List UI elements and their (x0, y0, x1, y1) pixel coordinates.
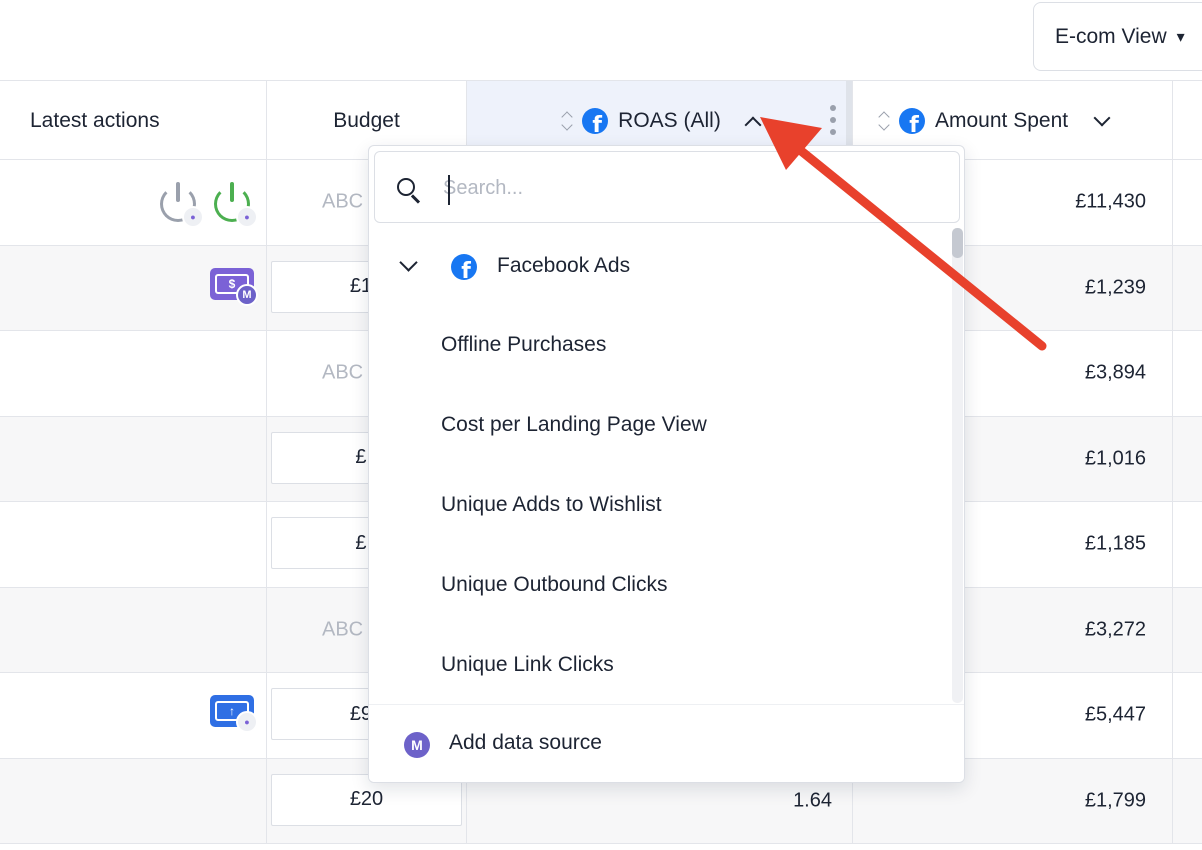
budget-value: ABC (322, 190, 364, 213)
add-data-source-button[interactable]: M Add data source (369, 704, 964, 782)
latest-actions-cell: ↑ ● (0, 673, 267, 758)
amount-spent-value: £3,894 (1084, 361, 1146, 384)
column-header-latest-actions[interactable]: Latest actions (0, 81, 267, 160)
extra-cell (1173, 759, 1202, 844)
sort-icon[interactable] (877, 108, 891, 134)
search-box[interactable] (374, 151, 960, 223)
text-caret (448, 175, 450, 205)
badge-icon: ● (182, 206, 204, 228)
facebook-icon: f (899, 107, 925, 134)
add-data-source-label: Add data source (449, 731, 602, 754)
power-on-icon[interactable]: ● (214, 182, 258, 228)
latest-actions-cell: $ M (0, 245, 267, 330)
search-icon (397, 178, 421, 204)
amount-spent-value: £5,447 (1084, 703, 1146, 726)
column-label: Latest actions (30, 108, 160, 132)
latest-actions-cell (0, 587, 267, 672)
latest-actions-cell (0, 502, 267, 587)
amount-spent-value: £1,799 (1084, 789, 1146, 812)
option-offline-purchases[interactable]: Offline Purchases (441, 333, 606, 357)
extra-cell (1173, 502, 1202, 587)
option-unique-link-clicks[interactable]: Unique Link Clicks (441, 653, 614, 677)
option-unique-adds-to-wishlist[interactable]: Unique Adds to Wishlist (441, 493, 662, 517)
chevron-down-icon[interactable] (1093, 109, 1111, 126)
extra-cell (1173, 588, 1202, 673)
latest-actions-cell (0, 331, 267, 416)
top-bar: E-com View ▾ (0, 0, 1202, 81)
latest-actions-cell (0, 416, 267, 501)
latest-actions-cell (0, 758, 267, 843)
kebab-menu-icon[interactable] (830, 105, 836, 135)
extra-cell (1173, 417, 1202, 502)
amount-spent-value: £1,239 (1084, 276, 1146, 299)
extra-cell (1173, 160, 1202, 245)
roas-value: 1.64 (793, 789, 832, 812)
badge-icon: ● (236, 206, 258, 228)
power-off-icon[interactable]: ● (160, 182, 204, 228)
amount-spent-value: £3,272 (1084, 618, 1146, 641)
column-label: Amount Spent (935, 108, 1069, 132)
chevron-up-icon[interactable] (744, 116, 762, 133)
facebook-icon: f (582, 107, 609, 134)
view-select-label: E-com View (1055, 24, 1167, 48)
amount-spent-value: £1,016 (1084, 447, 1146, 470)
column-picker-dropdown: f Facebook Ads Offline Purchases Cost pe… (368, 145, 965, 783)
brand-logo-icon: M (404, 732, 430, 758)
extra-cell (1173, 331, 1202, 416)
extra-cell (1173, 246, 1202, 331)
extra-cell (1173, 673, 1202, 758)
budget-increase-icon[interactable]: ↑ ● (210, 695, 258, 733)
column-header-extra (1173, 81, 1202, 160)
amount-spent-value: £11,430 (1075, 190, 1146, 213)
dropdown-scrollbar[interactable] (952, 228, 963, 703)
option-unique-outbound-clicks[interactable]: Unique Outbound Clicks (441, 573, 667, 597)
budget-value: ABC (322, 361, 364, 384)
option-cost-per-landing-page-view[interactable]: Cost per Landing Page View (441, 413, 707, 437)
group-facebook-ads[interactable]: f Facebook Ads (369, 228, 949, 304)
budget-value: ABC (322, 618, 364, 641)
column-label: ROAS (All) (618, 108, 721, 132)
latest-actions-cell: ● ● (0, 160, 267, 245)
m-badge-icon: M (236, 283, 258, 306)
chevron-down-icon[interactable] (399, 253, 418, 272)
amount-spent-value: £1,185 (1084, 532, 1146, 555)
column-label: Budget (333, 108, 400, 132)
group-label: Facebook Ads (497, 254, 631, 277)
chevron-down-icon: ▾ (1176, 28, 1185, 46)
facebook-icon: f (451, 254, 477, 280)
scrollbar-thumb[interactable] (952, 228, 963, 258)
search-input[interactable] (443, 170, 923, 206)
sort-icon[interactable] (560, 108, 574, 134)
budget-change-icon[interactable]: $ M (210, 267, 258, 306)
badge-icon: ● (236, 711, 258, 733)
view-select[interactable]: E-com View ▾ (1033, 2, 1202, 71)
